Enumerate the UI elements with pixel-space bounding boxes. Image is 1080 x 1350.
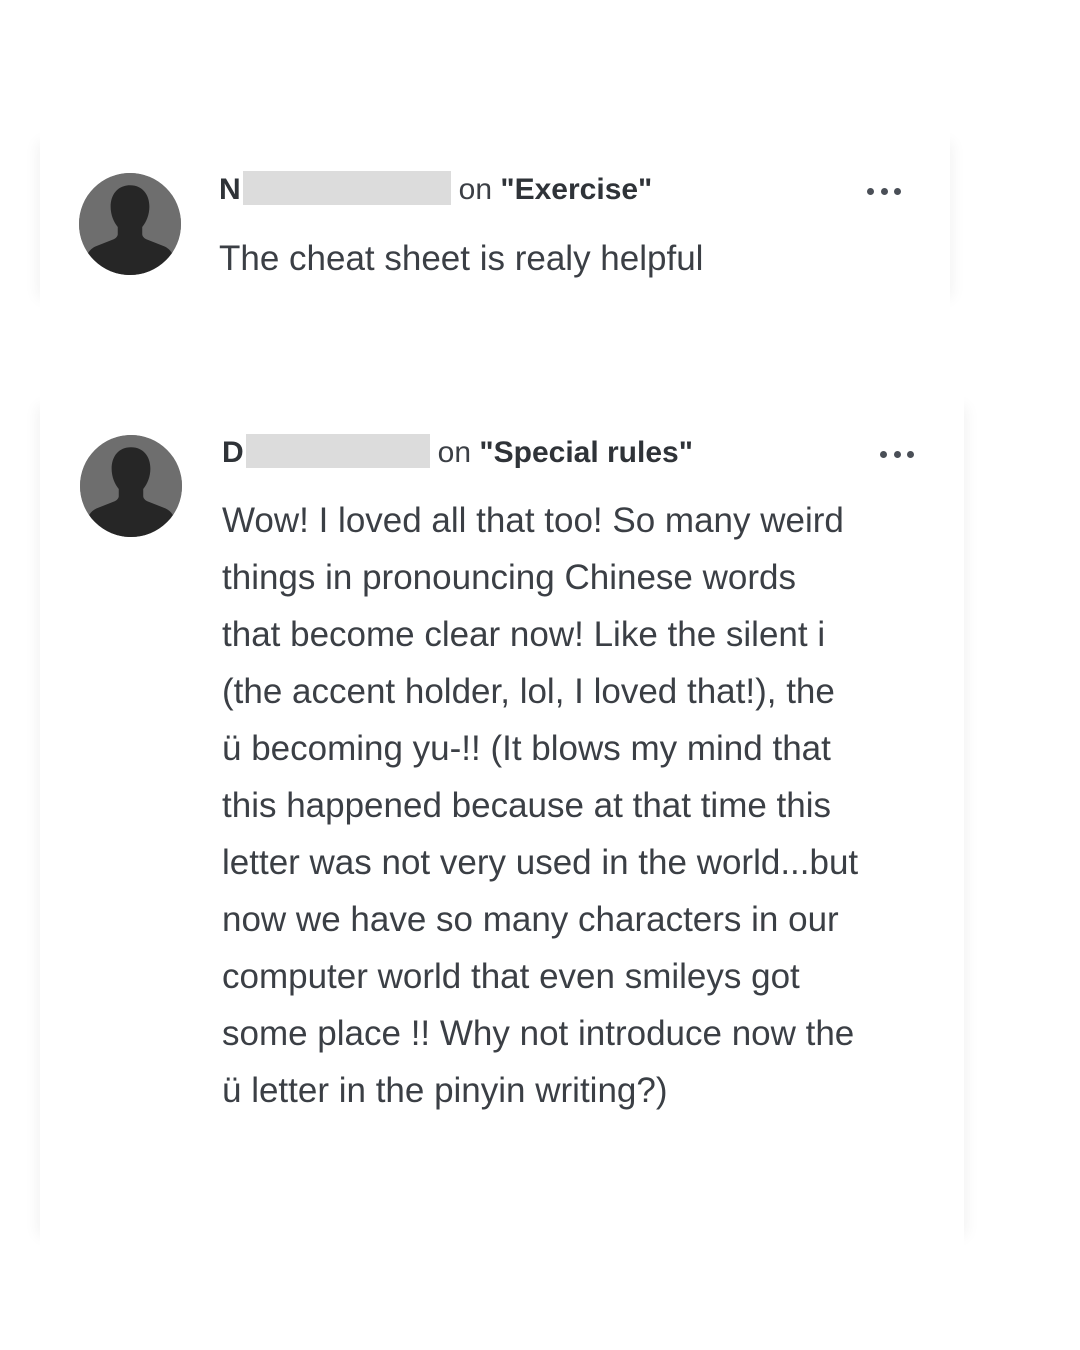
ellipsis-dot [880, 187, 888, 195]
avatar[interactable] [80, 435, 182, 537]
user-silhouette-icon [79, 173, 181, 275]
ellipsis-dot [894, 187, 901, 195]
more-options-button[interactable] [867, 179, 901, 203]
on-label: on [458, 173, 493, 206]
ellipsis-dot [893, 450, 901, 458]
redacted-author-name [242, 171, 451, 205]
ellipsis-dot [880, 450, 887, 458]
redacted-author-name [245, 434, 430, 468]
author-name[interactable]: N [219, 173, 241, 206]
more-options-button[interactable] [880, 442, 914, 466]
comment-header: Non "Exercise" [219, 170, 652, 210]
comment-body: The cheat sheet is realy helpful [219, 239, 704, 278]
ellipsis-dot [907, 450, 914, 458]
lesson-link[interactable]: "Exercise" [500, 173, 652, 206]
lesson-link[interactable]: "Special rules" [479, 436, 693, 469]
user-silhouette-icon [80, 435, 182, 537]
comment-header: Don "Special rules" [222, 433, 693, 473]
comment-body: Wow! I loved all that too! So many weird… [222, 501, 859, 1110]
comment-card: Don "Special rules" Wow! I loved all tha… [40, 390, 964, 1252]
on-label: on [437, 436, 472, 469]
ellipsis-dot [867, 187, 874, 195]
avatar[interactable] [79, 173, 181, 275]
author-name[interactable]: D [222, 436, 244, 469]
comment-card: Non "Exercise" The cheat sheet is realy … [40, 126, 950, 314]
